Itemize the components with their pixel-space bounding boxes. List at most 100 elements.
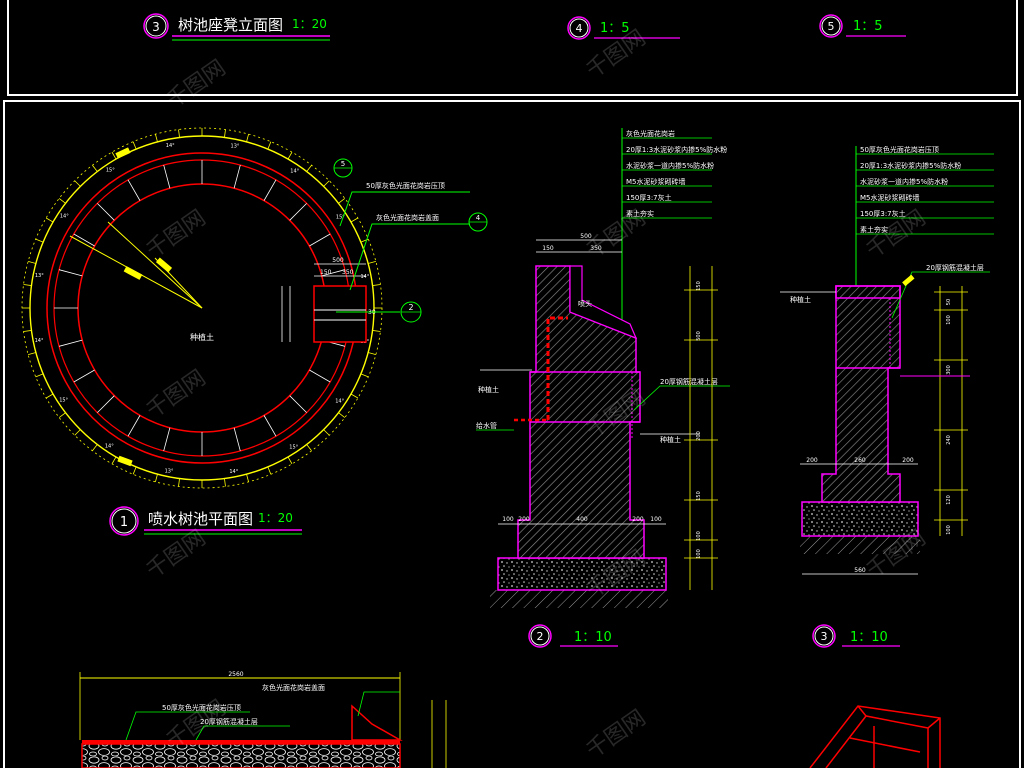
watermark-text: 千图网: [142, 366, 210, 424]
dimension-tick: [111, 151, 117, 160]
dimension-tick: [267, 466, 272, 475]
paving-joint: [73, 369, 95, 383]
dimension-tick: [74, 429, 81, 436]
dimension-tick: [92, 444, 98, 452]
dimension-tick: [306, 444, 312, 452]
dimension-tick: [111, 456, 117, 465]
title-number: 4: [576, 22, 583, 35]
ring-angle-label: 13°: [231, 143, 240, 149]
title-scale: 1：5: [853, 19, 883, 34]
dimension-tick: [287, 456, 293, 465]
ring-angle-label: 14°: [105, 444, 114, 450]
radius-label-a: [123, 266, 143, 280]
notch-dim-top: 500: [332, 257, 344, 264]
dimension-label: 100: [696, 531, 702, 541]
s3-gravel-footing: [801, 501, 919, 537]
callout-4: 4: [468, 212, 488, 232]
s3-dim-mid-c: 200: [902, 457, 914, 464]
dimension-label: 100: [946, 525, 952, 535]
dimension-tick: [74, 180, 81, 187]
s3-label-rebar: 20厚钢筋混凝土层: [926, 263, 984, 272]
dimension-tick: [360, 373, 369, 378]
perspective-edge-5: [849, 737, 921, 753]
callout-number: 4: [476, 214, 481, 222]
title-scale: 1：20: [292, 17, 327, 31]
title-scale: 1：10: [850, 630, 888, 645]
dimension-label: 150: [696, 281, 702, 291]
section-2: 灰色光面花岗岩 20厚1:3水泥砂浆内掺5%防水粉水泥砂浆一道内掺5%防水粉 M5水…: [476, 128, 730, 608]
callout-number: 2: [408, 303, 413, 312]
title-section2: 2 1：10: [528, 624, 618, 648]
material-note: 150厚3:7灰土: [626, 193, 672, 202]
title-scale: 1：10: [574, 630, 612, 645]
dimension-tick: [92, 164, 98, 172]
yellow-marker-bottom: [117, 455, 133, 467]
elevation-view: 2560 灰色光面花岗岩盖面 50厚灰色光面花岗岩压顶 20厚钢筋混凝土层: [79, 671, 447, 768]
dimension-label: 100: [502, 516, 514, 523]
title-number: 3: [821, 630, 828, 643]
dimension-tick: [132, 141, 137, 150]
dimension-label: 200: [696, 431, 702, 441]
watermark-text: 千图网: [582, 706, 650, 764]
paving-joint: [163, 427, 171, 452]
paving-joint: [309, 369, 331, 383]
leader-right-text: 灰色光面花岗岩盖面: [376, 213, 439, 222]
material-note: 20厚1:3水泥砂浆内掺5%防水粉: [626, 145, 727, 154]
notch-dim-sub-b: 350: [342, 269, 354, 276]
ring-angle-label: 15°: [106, 168, 115, 174]
ring-angle-label: 14°: [166, 143, 175, 149]
dimension-label: 120: [946, 495, 952, 505]
dimension-tick: [28, 352, 36, 355]
material-note: 水泥砂浆一道内掺5%防水粉: [626, 161, 714, 170]
perspective-edge-1: [809, 705, 941, 768]
title-section3: 3 1：10: [812, 624, 900, 648]
paving-joint: [263, 179, 277, 201]
dimension-tick: [267, 141, 272, 150]
elev-leader-a: [357, 691, 400, 717]
s3-label-soil: 种植土: [790, 295, 811, 304]
dimension-tick: [246, 474, 249, 482]
s2-label-nozzle: 喷头: [578, 299, 592, 308]
dimension-tick: [306, 164, 312, 172]
callout-5: 5: [333, 158, 353, 178]
dimension-tick: [350, 393, 359, 399]
perspective-edge-4: [927, 717, 941, 729]
watermark-text: 千图网: [162, 56, 230, 114]
title-number: 2: [537, 630, 544, 643]
material-note: 水泥砂浆一道内掺5%防水粉: [860, 177, 948, 186]
plan-notch-box: [313, 285, 367, 343]
title-top-right: 5 1：5: [819, 14, 906, 38]
ring-angle-label: 13°: [165, 469, 174, 475]
cad-drawing-canvas: 3 树池座凳立面图 1：20 4 1：5 5 1：5 13° 14° 15° 14° 1…: [3, 0, 1021, 768]
ring-angle-label: 14°: [60, 213, 69, 219]
title-number: 5: [828, 20, 835, 33]
perspective-view: [809, 705, 941, 768]
plan-center-label: 种植土: [190, 332, 214, 342]
section3-right-dimensions: 50 100 300 240 120 100: [934, 291, 968, 535]
paving-joint: [127, 179, 141, 201]
dimension-tick: [323, 429, 330, 436]
dimension-tick: [35, 373, 44, 378]
callout-number: 5: [341, 160, 345, 168]
dimension-tick: [178, 129, 180, 138]
elev-stone-wall: [81, 743, 401, 768]
material-note: 50厚灰色光面花岗岩压顶: [860, 145, 939, 154]
dimension-label: 500: [696, 331, 702, 341]
dimension-tick: [287, 151, 293, 160]
title-top-left: 3 树池座凳立面图 1：20: [143, 13, 330, 41]
title-scale: 1：20: [258, 511, 293, 525]
title-text: 喷水树池平面图: [148, 510, 253, 528]
dimension-label: 50: [946, 299, 952, 305]
dimension-tick: [58, 412, 66, 418]
dimension-tick: [368, 261, 376, 264]
section2-bottom-dimensions: 100 200 400 200 100: [502, 516, 662, 523]
paving-joint: [97, 395, 115, 413]
s3-wall-body: [821, 285, 901, 503]
ring-angle-label: 14°: [335, 399, 344, 405]
plan-view: 13°14°15°14°13°14°15°14°13°14°15°14°13°1…: [21, 127, 488, 489]
ring-angle-label: 14°: [290, 168, 299, 174]
dimension-tick: [178, 478, 180, 487]
dimension-tick: [246, 134, 249, 142]
dimension-tick: [28, 261, 36, 264]
paving-joint: [289, 203, 307, 221]
